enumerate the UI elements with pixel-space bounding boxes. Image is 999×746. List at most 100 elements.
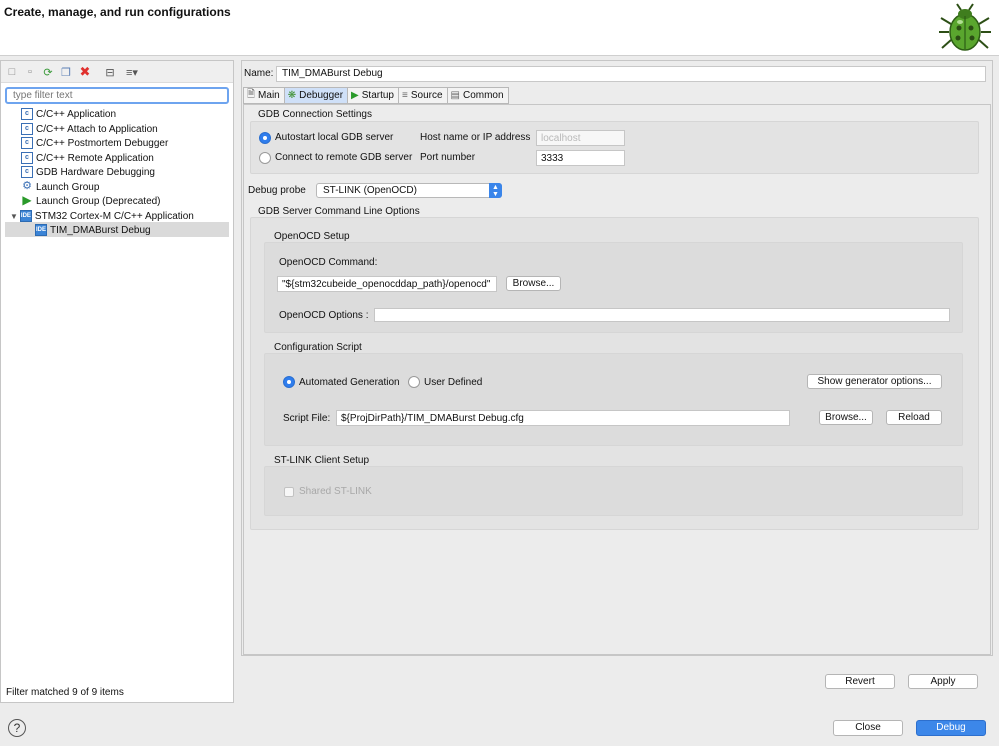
script-browse-button[interactable]: Browse... [819, 410, 873, 425]
tree-item-c-remote[interactable]: c C/C++ Remote Application [21, 151, 154, 165]
openocd-options-label: OpenOCD Options : [279, 310, 369, 321]
openocd-browse-button[interactable]: Browse... [506, 276, 561, 291]
config-script-title: Configuration Script [274, 342, 362, 353]
tree-item-label: C/C++ Application [36, 108, 117, 120]
openocd-command-label: OpenOCD Command: [279, 257, 378, 268]
stlink-client-title: ST-LINK Client Setup [274, 455, 370, 466]
port-input[interactable]: 3333 [536, 150, 625, 166]
gdb-server-options-title: GDB Server Command Line Options [258, 206, 420, 217]
duplicate-icon[interactable]: ❐ [59, 65, 73, 79]
filter-icon[interactable]: ≡▾ [121, 65, 143, 79]
common-tab-icon: ▤ [450, 90, 460, 101]
openocd-options-input[interactable] [374, 308, 950, 322]
tab-label: Startup [361, 90, 394, 101]
tab-debugger[interactable]: ❋ Debugger [283, 87, 348, 104]
tree-item-label: C/C++ Remote Application [36, 152, 154, 164]
tree-item-c-postmortem[interactable]: c C/C++ Postmortem Debugger [21, 136, 168, 150]
export-icon[interactable]: ⟳ [41, 65, 55, 79]
apply-button[interactable]: Apply [908, 674, 978, 689]
filter-input[interactable] [5, 87, 229, 104]
tab-source[interactable]: ≡ Source [398, 87, 447, 104]
tab-main[interactable]: 🗎 Main [243, 87, 284, 104]
c-app-icon: c [21, 123, 33, 135]
select-arrow-icon: ▲ ▼ [489, 183, 502, 198]
configuration-list-panel: □ ▫ ⟳ ❐ ✖ ⊟ ≡▾ cC/C++ Application cC/C++… [0, 60, 234, 703]
openocd-setup-title: OpenOCD Setup [274, 231, 350, 242]
tab-common[interactable]: ▤ Common [446, 87, 509, 104]
launch-group-icon: ⚙ [22, 180, 32, 192]
source-tab-icon: ≡ [402, 90, 408, 101]
c-app-icon: c [21, 108, 33, 120]
tree-item-label: Launch Group (Deprecated) [36, 195, 161, 207]
tab-label: Main [258, 90, 280, 101]
help-icon[interactable]: ? [8, 719, 26, 737]
filter-status: Filter matched 9 of 9 items [6, 687, 124, 698]
tree-item-label: C/C++ Attach to Application [36, 123, 158, 135]
ide-icon: IDE [35, 224, 47, 236]
tab-label: Source [410, 90, 443, 101]
tree-item-tim-dmaburst-debug[interactable]: IDE TIM_DMABurst Debug [35, 223, 151, 237]
debug-probe-select[interactable]: ST-LINK (OpenOCD) ▲ ▼ [316, 183, 502, 198]
tree-item-label: STM32 Cortex-M C/C++ Application [34, 210, 194, 222]
gdb-connection-title: GDB Connection Settings [258, 109, 372, 120]
name-input[interactable]: TIM_DMABurst Debug [276, 66, 986, 82]
port-label: Port number [420, 152, 476, 163]
tab-label: Debugger [299, 90, 344, 101]
tree-item-launch-group[interactable]: ⚙ Launch Group [21, 180, 99, 194]
tree-item-launch-group-deprecated[interactable]: ▶ Launch Group (Deprecated) [21, 193, 161, 208]
show-generator-options-button[interactable]: Show generator options... [807, 374, 942, 389]
connect-remote-label: Connect to remote GDB server [275, 152, 413, 163]
debug-button[interactable]: Debug [916, 720, 986, 736]
reload-button[interactable]: Reload [886, 410, 942, 425]
debugger-tab-icon: ❋ [287, 90, 297, 101]
tree-item-c-attach[interactable]: c C/C++ Attach to Application [21, 122, 158, 136]
openocd-command-input[interactable]: "${stm32cubeide_openocddap_path}/openocd… [277, 276, 497, 292]
connect-remote-radio[interactable] [259, 152, 271, 164]
script-file-label: Script File: [283, 413, 331, 424]
user-defined-radio[interactable] [408, 376, 420, 388]
debug-probe-label: Debug probe [248, 185, 306, 196]
close-button[interactable]: Close [833, 720, 903, 736]
c-app-icon: c [21, 166, 33, 178]
dialog-header: Create, manage, and run configurations [0, 0, 999, 56]
automated-generation-label: Automated Generation [299, 377, 400, 388]
revert-button[interactable]: Revert [825, 674, 895, 689]
tree-item-label: C/C++ Postmortem Debugger [36, 137, 169, 149]
left-toolbar: □ ▫ ⟳ ❐ ✖ ⊟ ≡▾ [1, 61, 233, 83]
collapse-all-icon[interactable]: ⊟ [103, 65, 117, 79]
delete-icon[interactable]: ✖ [78, 64, 92, 79]
new-config-icon[interactable]: □ [5, 65, 19, 79]
config-script-group [264, 353, 963, 446]
shared-stlink-checkbox[interactable] [284, 487, 294, 497]
user-defined-label: User Defined [424, 377, 483, 388]
c-app-icon: c [21, 152, 33, 164]
tree-item-label: Launch Group [36, 181, 100, 193]
c-app-icon: c [21, 137, 33, 149]
bug-icon [939, 3, 991, 51]
tab-startup[interactable]: ▶ Startup [347, 87, 398, 104]
launch-arrow-icon: ▶ [22, 193, 32, 207]
debug-probe-value: ST-LINK (OpenOCD) [323, 185, 417, 196]
host-label: Host name or IP address [420, 132, 531, 143]
tree-item-label: TIM_DMABurst Debug [50, 224, 151, 236]
expand-triangle-icon[interactable]: ▼ [10, 212, 18, 221]
shared-stlink-label: Shared ST-LINK [299, 486, 372, 497]
autostart-label: Autostart local GDB server [275, 132, 394, 143]
config-tabs: 🗎 Main ❋ Debugger ▶ Startup ≡ Source ▤ Common [243, 87, 509, 104]
tree-item-c-application[interactable]: c C/C++ Application [21, 107, 116, 121]
new-prototype-icon[interactable]: ▫ [23, 65, 37, 79]
dialog-title: Create, manage, and run configurations [4, 5, 231, 19]
host-input[interactable]: localhost [536, 130, 625, 146]
tab-label: Common [462, 90, 504, 101]
tree-item-label: GDB Hardware Debugging [36, 166, 155, 178]
script-file-input[interactable]: ${ProjDirPath}/TIM_DMABurst Debug.cfg [336, 410, 790, 426]
tree-item-gdb-hardware[interactable]: c GDB Hardware Debugging [21, 165, 155, 179]
gdb-connection-group [250, 121, 979, 174]
main-tab-icon: 🗎 [247, 89, 256, 100]
name-label: Name: [244, 68, 274, 79]
ide-icon: IDE [19, 210, 32, 222]
tree-item-stm32-application[interactable]: ▼ IDE STM32 Cortex-M C/C++ Application [10, 209, 194, 223]
automated-generation-radio[interactable] [283, 376, 295, 388]
startup-tab-icon: ▶ [351, 90, 359, 101]
autostart-radio[interactable] [259, 132, 271, 144]
